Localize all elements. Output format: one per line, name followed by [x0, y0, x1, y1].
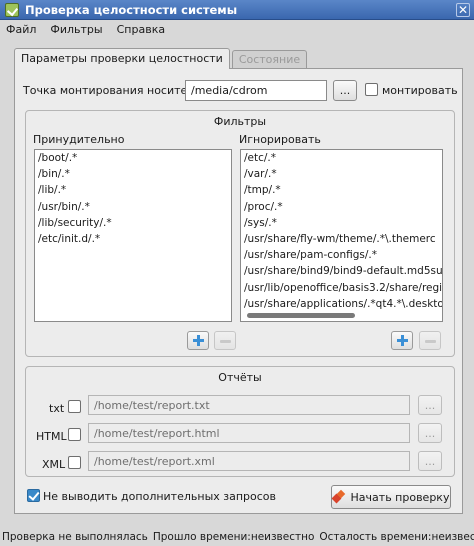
tab-panel: Точка монтирования носителя /media/cdrom… [14, 68, 463, 514]
report-html-label: HTML [36, 430, 67, 443]
ignore-label: Игнорировать [239, 133, 321, 146]
status-remaining: Осталость времени:неизвестно [319, 530, 474, 543]
list-item[interactable]: /proc/.* [241, 199, 442, 215]
title-bar: Проверка целостности системы ✕ [0, 0, 474, 20]
report-txt-path[interactable]: /home/test/report.txt [88, 395, 410, 415]
list-item[interactable]: /usr/share/bind9/bind9-default.md5sum [241, 263, 442, 279]
reports-group: Отчёты txt /home/test/report.txt ... HTM… [25, 366, 455, 477]
list-item[interactable]: /etc/.* [241, 150, 442, 166]
list-item[interactable]: /usr/bin/.* [35, 199, 231, 215]
menu-file[interactable]: Файл [6, 23, 36, 36]
status-check: Проверка не выполнялась [2, 530, 148, 543]
window-title: Проверка целостности системы [25, 2, 238, 17]
report-html-browse-button[interactable]: ... [418, 423, 442, 443]
report-html-checkbox[interactable] [68, 428, 81, 441]
filters-group: Фильтры Принудительно Игнорировать /boot… [25, 110, 455, 357]
report-txt-label: txt [49, 402, 65, 415]
app-icon [5, 2, 19, 17]
mount-point-field[interactable]: /media/cdrom [185, 80, 327, 101]
forced-label: Принудительно [33, 133, 125, 146]
report-xml-checkbox[interactable] [68, 456, 81, 469]
mount-point-label: Точка монтирования носителя [23, 84, 201, 97]
list-item[interactable]: /lib/security/.* [35, 215, 231, 231]
report-txt-checkbox[interactable] [68, 400, 81, 413]
minus-icon [425, 340, 436, 343]
horizontal-scrollbar[interactable] [247, 313, 355, 318]
start-icon [333, 491, 345, 503]
ignore-list[interactable]: /etc/.* /var/.* /tmp/.* /proc/.* /sys/.*… [240, 149, 443, 322]
minus-icon [220, 340, 231, 343]
list-item[interactable]: /bin/.* [35, 166, 231, 182]
plus-icon [193, 335, 204, 346]
status-bar: Проверка не выполнялась Прошло времени:н… [0, 527, 474, 546]
list-item[interactable]: /etc/init.d/.* [35, 231, 231, 247]
report-xml-path[interactable]: /home/test/report.xml [88, 451, 410, 471]
mount-checkbox[interactable] [365, 83, 378, 96]
close-icon[interactable]: ✕ [456, 3, 470, 17]
filters-title: Фильтры [213, 115, 267, 128]
remove-forced-button[interactable] [214, 331, 236, 350]
add-forced-button[interactable] [187, 331, 209, 350]
forced-list[interactable]: /boot/.* /bin/.* /lib/.* /usr/bin/.* /li… [34, 149, 232, 322]
list-item[interactable]: /usr/share/pam-configs/.* [241, 247, 442, 263]
no-prompts-label: Не выводить дополнительных запросов [43, 490, 277, 503]
menu-help[interactable]: Справка [117, 23, 165, 36]
list-item[interactable]: /usr/share/fly-wm/theme/.*\.themerc [241, 231, 442, 247]
mount-checkbox-label: монтировать [382, 84, 458, 97]
remove-ignore-button[interactable] [419, 331, 441, 350]
report-xml-browse-button[interactable]: ... [418, 451, 442, 471]
report-txt-browse-button[interactable]: ... [418, 395, 442, 415]
tab-status[interactable]: Состояние [231, 50, 308, 68]
start-check-label: Начать проверку [350, 490, 450, 504]
list-item[interactable]: /usr/lib/openoffice/basis3.2/share/regis… [241, 280, 442, 296]
add-ignore-button[interactable] [391, 331, 413, 350]
list-item[interactable]: /usr/share/applications/.*qt4.*\.desktop [241, 296, 442, 312]
mount-browse-button[interactable]: ... [333, 80, 357, 101]
list-item[interactable]: /lib/.* [35, 182, 231, 198]
tab-check-params[interactable]: Параметры проверки целостности [14, 48, 230, 69]
no-prompts-checkbox[interactable] [27, 489, 40, 502]
report-xml-label: XML [42, 458, 66, 471]
plus-icon [397, 335, 408, 346]
menu-bar: Файл Фильтры Справка [0, 20, 474, 38]
list-item[interactable]: /var/.* [241, 166, 442, 182]
menu-filters[interactable]: Фильтры [50, 23, 102, 36]
list-item[interactable]: /sys/.* [241, 215, 442, 231]
tab-strip: Параметры проверки целостности Состояние [14, 48, 308, 69]
reports-title: Отчёты [218, 371, 262, 384]
start-check-button[interactable]: Начать проверку [331, 485, 451, 509]
list-item[interactable]: /tmp/.* [241, 182, 442, 198]
list-item[interactable]: /boot/.* [35, 150, 231, 166]
status-elapsed: Прошло времени:неизвестно [152, 530, 315, 543]
report-html-path[interactable]: /home/test/report.html [88, 423, 410, 443]
